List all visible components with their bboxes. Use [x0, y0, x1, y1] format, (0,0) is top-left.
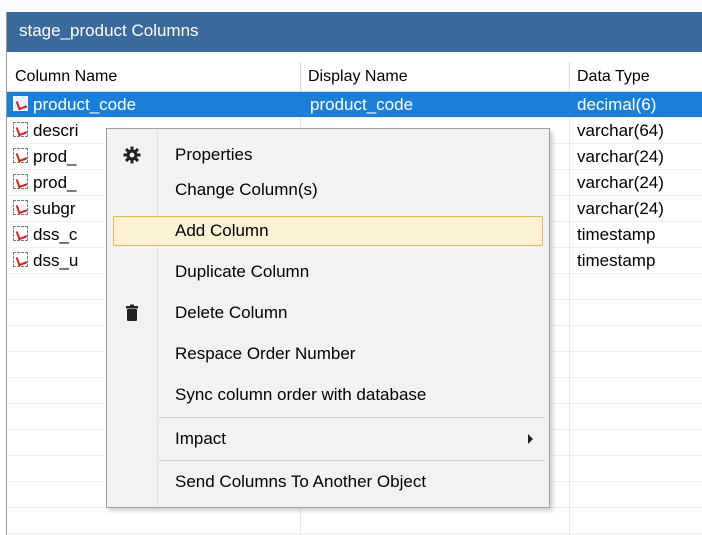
column-icon — [13, 174, 28, 189]
menu-item-label: Properties — [175, 145, 253, 164]
context-menu: Properties Change Column(s) Add Column D… — [106, 128, 550, 508]
column-name-header[interactable]: Column Name — [7, 62, 293, 91]
menu-item-label: Add Column — [175, 221, 269, 240]
menu-item-send-columns[interactable]: Send Columns To Another Object — [107, 466, 549, 498]
column-name-cell: product_code — [33, 95, 137, 114]
menu-item-respace-order-number[interactable]: Respace Order Number — [107, 338, 549, 370]
menu-separator — [159, 417, 545, 418]
menu-item-change-columns[interactable]: Change Column(s) — [107, 174, 549, 206]
display-name-header[interactable]: Display Name — [300, 62, 570, 91]
menu-item-label: Change Column(s) — [175, 180, 318, 199]
menu-item-duplicate-column[interactable]: Duplicate Column — [107, 256, 549, 288]
menu-item-impact[interactable]: Impact — [107, 423, 549, 455]
menu-item-label: Sync column order with database — [175, 385, 427, 404]
menu-item-delete-column[interactable]: Delete Column — [107, 297, 549, 329]
column-name-cell: descri — [33, 121, 79, 140]
column-name-cell: prod_ — [33, 173, 77, 192]
submenu-arrow-icon — [528, 434, 533, 444]
menu-item-label: Impact — [175, 429, 227, 448]
data-type-cell: varchar(24) — [577, 173, 664, 192]
menu-item-label: Duplicate Column — [175, 262, 310, 281]
window-title: stage_product Columns — [19, 21, 199, 40]
column-icon — [13, 122, 28, 137]
data-type-cell: varchar(24) — [577, 147, 664, 166]
menu-item-label: Respace Order Number — [175, 344, 356, 363]
data-type-cell: varchar(64) — [577, 121, 664, 140]
title-bar[interactable]: stage_product Columns — [7, 12, 702, 52]
column-name-cell: dss_u — [33, 251, 79, 270]
column-name-cell: prod_ — [33, 147, 77, 166]
data-type-cell: decimal(6) — [577, 95, 657, 114]
data-type-cell: timestamp — [577, 225, 656, 244]
column-icon — [13, 226, 28, 241]
table-row[interactable]: product_code product_code decimal(6) — [7, 92, 702, 118]
data-type-cell: varchar(24) — [577, 199, 664, 218]
empty-row — [7, 508, 702, 534]
trash-icon — [126, 304, 138, 321]
menu-item-properties[interactable]: Properties — [107, 139, 549, 171]
column-icon — [13, 200, 28, 215]
menu-item-add-column[interactable]: Add Column — [107, 215, 549, 247]
display-name-cell: product_code — [310, 95, 414, 114]
menu-item-label: Delete Column — [175, 303, 288, 322]
column-headers: Column Name Display Name Data Type — [7, 62, 702, 92]
menu-separator — [159, 460, 545, 461]
menu-item-label: Send Columns To Another Object — [175, 472, 427, 491]
column-icon — [13, 96, 28, 111]
column-icon — [13, 148, 28, 163]
column-name-cell: subgr — [33, 199, 76, 218]
menu-item-sync-column-order[interactable]: Sync column order with database — [107, 379, 549, 411]
data-type-cell: timestamp — [577, 251, 656, 270]
window-top-strip — [0, 0, 702, 12]
column-name-cell: dss_c — [33, 225, 78, 244]
gear-icon — [123, 146, 141, 164]
column-icon — [13, 252, 28, 267]
data-type-header[interactable]: Data Type — [569, 62, 702, 91]
